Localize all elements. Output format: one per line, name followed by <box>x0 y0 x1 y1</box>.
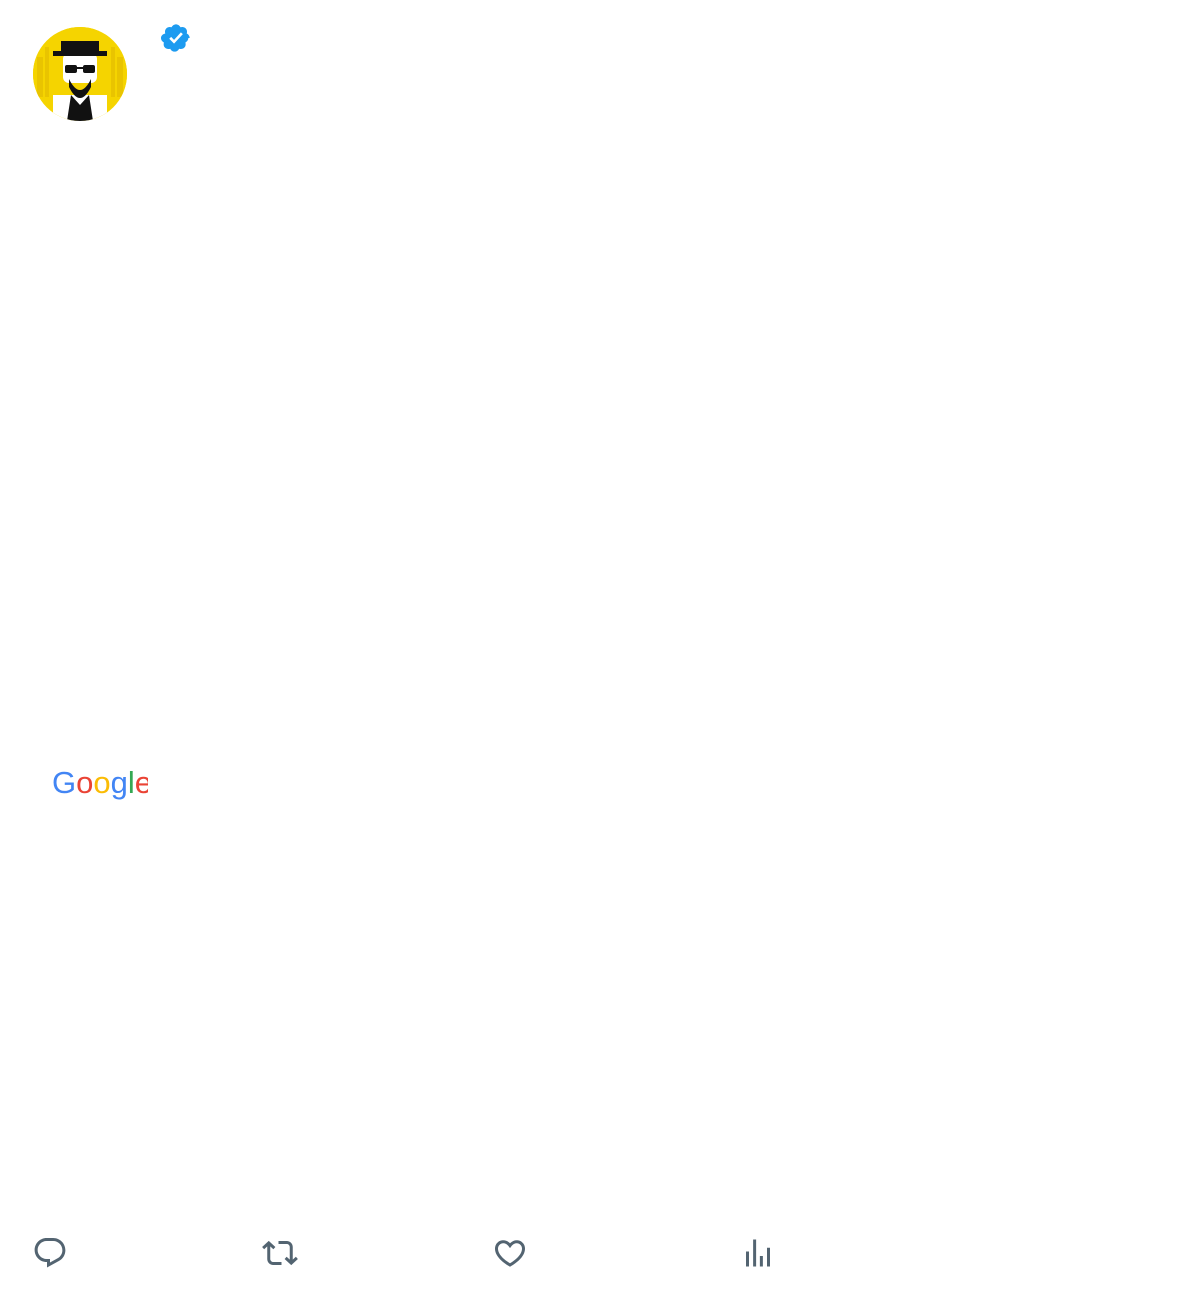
display-name[interactable] <box>152 22 192 54</box>
avatar[interactable] <box>33 27 127 121</box>
reply-icon <box>34 1238 66 1268</box>
tweet-body <box>32 141 1167 181</box>
retweet-icon <box>262 1240 298 1266</box>
like-icon <box>494 1240 526 1267</box>
svg-text:Google: Google <box>52 767 148 800</box>
views-button[interactable] <box>740 1226 792 1280</box>
like-button[interactable] <box>492 1226 544 1280</box>
retweet-button[interactable] <box>262 1226 314 1280</box>
reply-button[interactable] <box>32 1226 84 1280</box>
google-logo: Google <box>52 765 152 809</box>
heisenberg-avatar-icon <box>33 27 127 121</box>
translation-attribution: Google <box>32 765 180 810</box>
action-bar <box>0 1226 1196 1280</box>
verified-badge-icon <box>160 22 192 54</box>
views-icon <box>746 1239 770 1267</box>
